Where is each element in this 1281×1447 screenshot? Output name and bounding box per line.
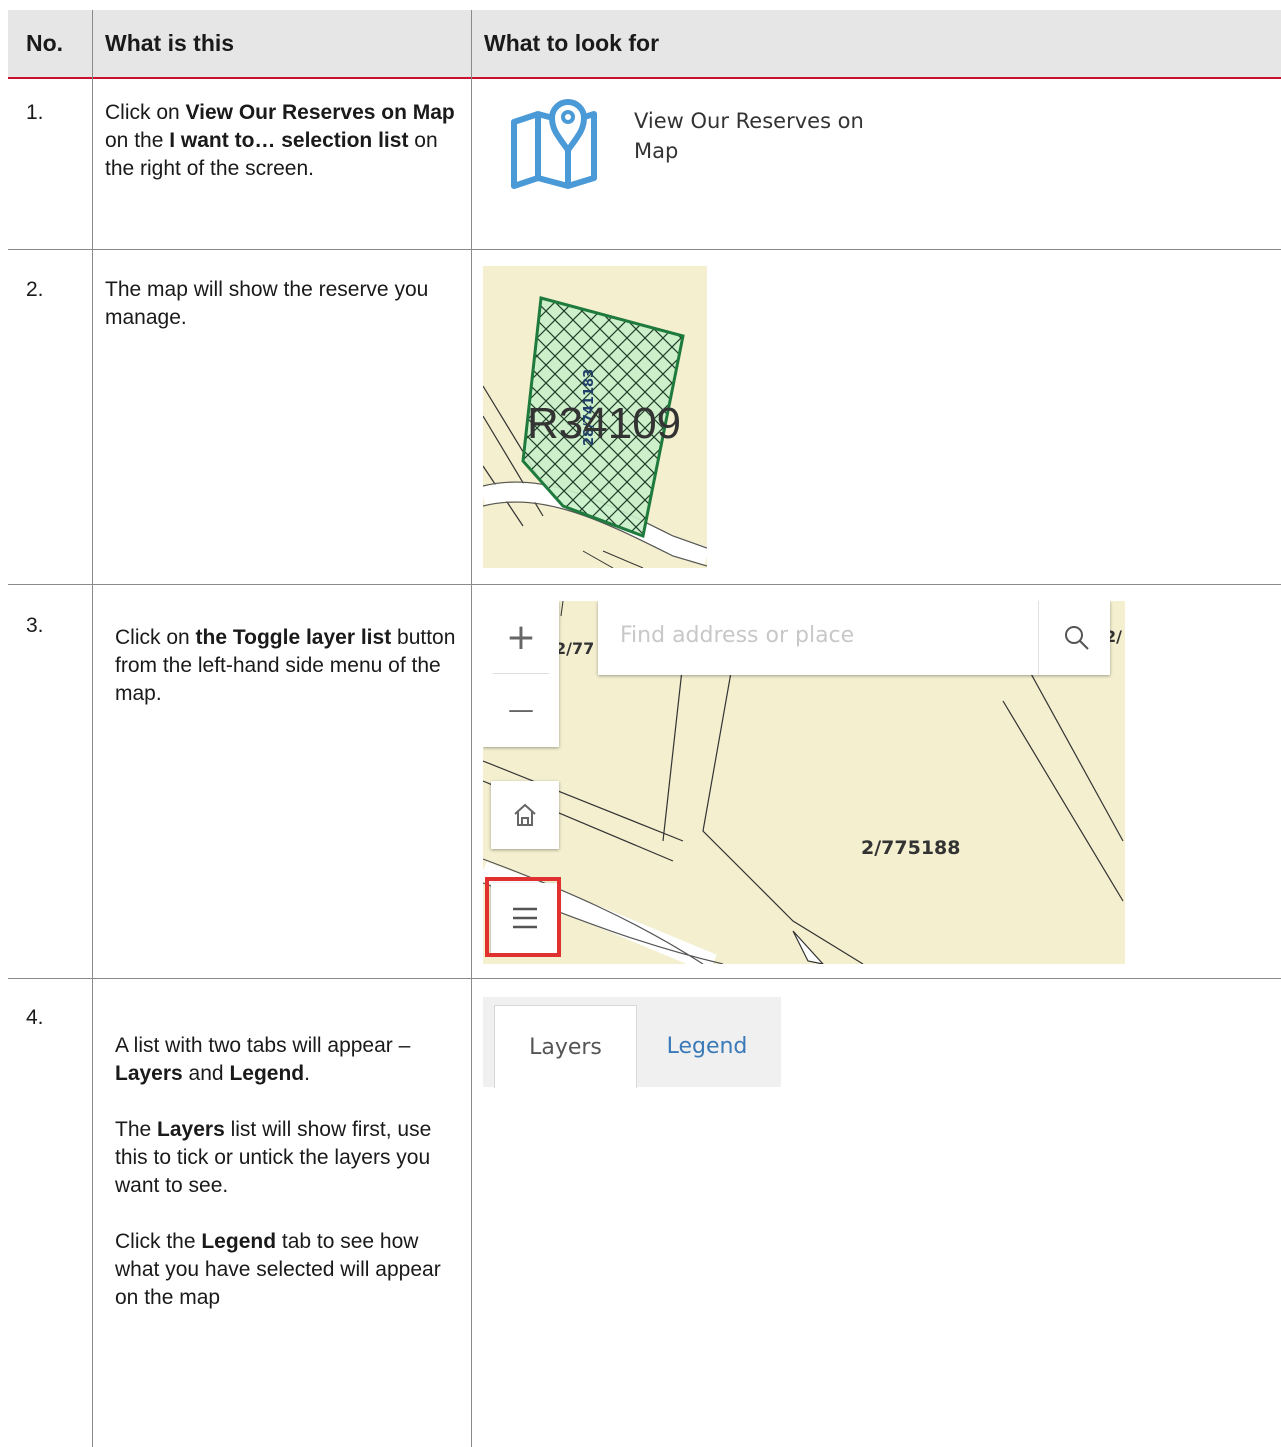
- edge-parcel-label: 2/77: [555, 639, 595, 658]
- tab-layers[interactable]: Layers: [494, 1005, 637, 1088]
- row-divider: [8, 584, 1281, 585]
- layers-legend-tabs: Layers Legend: [483, 997, 781, 1088]
- header-look: What to look for: [484, 30, 660, 56]
- text: Click on: [105, 101, 186, 124]
- tab-legend[interactable]: Legend: [643, 1005, 771, 1087]
- paragraph: Click the Legend tab to see how what you…: [115, 1228, 465, 1312]
- reserve-code: R34109: [527, 399, 681, 448]
- map-view-snippet: 2/77 2/ 2/775188 Find address or place +…: [483, 601, 1125, 964]
- row-number: 4.: [26, 1006, 44, 1029]
- row-description: The map will show the reserve you manage…: [105, 278, 429, 329]
- table-header: No. What is this What to look for: [8, 10, 1281, 79]
- zoom-controls: + —: [483, 601, 559, 747]
- search-box[interactable]: Find address or place: [598, 601, 1110, 675]
- bold-text: Legend: [201, 1230, 277, 1253]
- paragraph: A list with two tabs will appear – Layer…: [115, 1032, 465, 1088]
- bold-text: View Our Reserves on Map: [185, 101, 455, 124]
- zoom-in-button[interactable]: +: [483, 601, 559, 673]
- bold-text: Layers: [157, 1118, 225, 1141]
- zoom-out-button[interactable]: —: [483, 674, 559, 746]
- highlight-box: [485, 877, 561, 957]
- search-divider: [1038, 601, 1039, 675]
- row-description: Click on View Our Reserves on Map on the…: [105, 99, 455, 183]
- bold-text: the Toggle layer list: [195, 626, 392, 649]
- header-no: No.: [26, 30, 64, 56]
- row-description: A list with two tabs will appear – Layer…: [115, 1032, 465, 1340]
- row-description: Click on the Toggle layer list button fr…: [115, 624, 465, 708]
- row-divider: [8, 249, 1281, 250]
- row-number: 1.: [26, 101, 44, 124]
- home-button[interactable]: [491, 781, 559, 849]
- row-number: 3.: [26, 614, 44, 637]
- text: and: [182, 1062, 230, 1085]
- search-input[interactable]: Find address or place: [620, 623, 854, 648]
- map-pin-icon: [511, 99, 597, 189]
- header-what: What is this: [105, 30, 235, 56]
- bold-text: Legend: [229, 1062, 305, 1085]
- view-reserves-snippet: View Our Reserves on Map: [484, 78, 904, 218]
- paragraph: The Layers list will show first, use thi…: [115, 1116, 465, 1200]
- column-divider: [92, 10, 93, 1447]
- reserve-map: 28/741183 R34109: [480, 266, 710, 569]
- text: Click on: [115, 626, 196, 649]
- view-reserves-label: View Our Reserves on Map: [634, 109, 864, 163]
- column-divider: [471, 10, 472, 1447]
- row-divider: [8, 978, 1281, 979]
- text: on the: [105, 129, 170, 152]
- text: Click the: [115, 1230, 202, 1253]
- text: The: [115, 1118, 158, 1141]
- home-icon: [514, 803, 536, 826]
- bold-text: I want to… selection list: [169, 129, 409, 152]
- row-number: 2.: [26, 278, 44, 301]
- reserve-map-snippet: 28/741183 R34109: [480, 266, 710, 569]
- text: .: [304, 1062, 310, 1085]
- bold-text: Layers: [115, 1062, 183, 1085]
- text: A list with two tabs will appear –: [115, 1034, 411, 1057]
- search-icon[interactable]: [1062, 623, 1092, 653]
- parcel-label: 2/775188: [861, 837, 961, 859]
